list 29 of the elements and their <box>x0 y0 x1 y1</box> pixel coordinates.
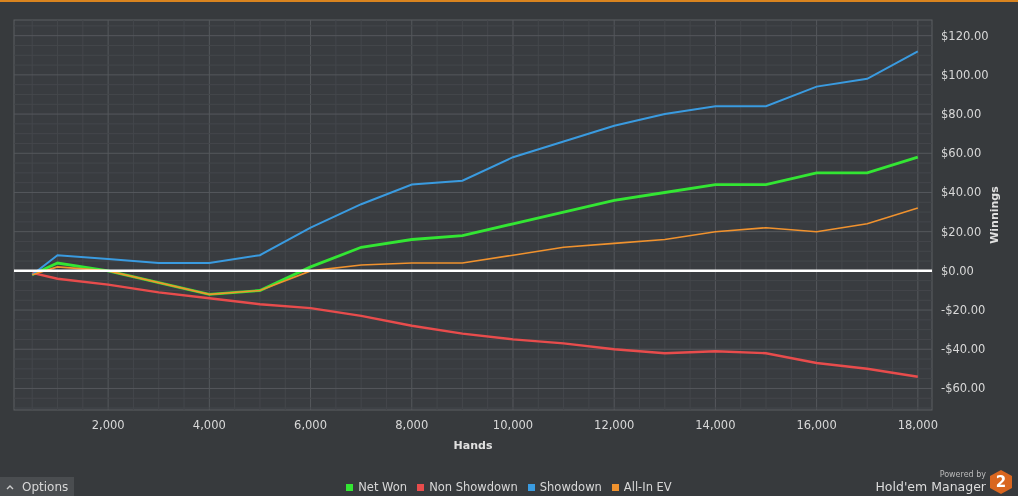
y-tick-label: $60.00 <box>941 146 982 161</box>
x-tick-label: 14,000 <box>695 418 736 432</box>
y-axis-title: Winnings <box>988 186 1001 244</box>
product-name: Hold'em Manager <box>875 479 986 494</box>
y-tick-label: -$40.00 <box>941 342 986 357</box>
x-tick-label: 8,000 <box>395 418 429 432</box>
logo-badge: 2 <box>990 470 1012 494</box>
x-tick-label: 6,000 <box>294 418 327 432</box>
x-tick-label: 4,000 <box>192 418 226 432</box>
legend-label: Non Showdown <box>429 480 518 494</box>
x-axis-title: Hands <box>453 439 493 452</box>
y-tick-label: $80.00 <box>941 107 982 122</box>
y-tick-label: -$20.00 <box>941 303 986 318</box>
powered-by-caption: Powered by <box>939 470 986 479</box>
x-tick-label: 10,000 <box>492 418 534 432</box>
y-tick-label: -$60.00 <box>941 381 986 396</box>
x-tick-label: 2,000 <box>91 418 125 432</box>
y-tick-label: $40.00 <box>941 185 982 200</box>
options-button[interactable]: Options <box>0 477 75 496</box>
y-tick-label: $120.00 <box>941 28 989 43</box>
y-tick-label: $100.00 <box>941 67 989 82</box>
x-tick-label: 12,000 <box>594 418 635 432</box>
legend-label: All-In EV <box>623 480 672 494</box>
x-tick-label: 16,000 <box>796 418 837 432</box>
legend-label: Showdown <box>539 480 602 494</box>
legend-label: Net Won <box>358 480 408 494</box>
x-tick-label: 18,000 <box>897 418 938 432</box>
y-tick-label: $20.00 <box>941 224 982 239</box>
y-tick-label: $0.00 <box>941 263 974 278</box>
